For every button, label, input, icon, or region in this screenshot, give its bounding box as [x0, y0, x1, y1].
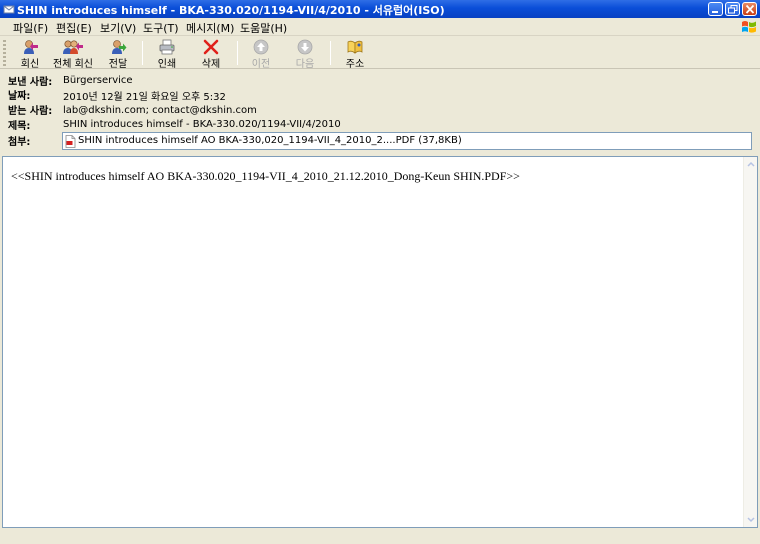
previous-label: 이전 [251, 59, 271, 70]
close-icon [745, 5, 755, 14]
close-button[interactable] [742, 2, 757, 16]
delete-label: 삭제 [201, 59, 221, 70]
attachment-filename[interactable]: SHIN introduces himself AO BKA-330,020_1… [78, 135, 462, 146]
toolbar-separator [330, 41, 331, 65]
status-bar [0, 529, 760, 544]
restore-button[interactable] [725, 2, 740, 16]
pdf-file-icon [65, 135, 76, 148]
message-window: SHIN introduces himself - BKA-330.020/11… [0, 0, 760, 544]
menu-help[interactable]: 도움말(H) [240, 20, 287, 36]
minimize-icon [712, 11, 718, 13]
window-title: SHIN introduces himself - BKA-330.020/11… [17, 4, 445, 17]
reply-all-icon [63, 40, 83, 54]
toolbar-grip[interactable] [3, 40, 6, 66]
restore-icon [728, 5, 738, 14]
menu-edit[interactable]: 편집(E) [56, 20, 92, 36]
to-value[interactable]: lab@dkshin.com; contact@dkshin.com [63, 105, 257, 116]
addresses-button[interactable]: 주소 [335, 38, 375, 70]
message-body-text: <<SHIN introduces himself AO BKA-330.020… [11, 169, 520, 183]
forward-button[interactable]: 전달 [98, 38, 138, 70]
reply-all-button[interactable]: 전체 회신 [53, 38, 93, 70]
windows-logo-icon [742, 21, 756, 33]
print-label: 인쇄 [157, 59, 177, 70]
scroll-down-icon[interactable] [745, 514, 757, 526]
arrow-down-icon [297, 39, 313, 55]
menu-view[interactable]: 보기(V) [100, 20, 136, 36]
title-bar[interactable]: SHIN introduces himself - BKA-330.020/11… [0, 0, 760, 18]
subject-value: SHIN introduces himself - BKA-330.020/11… [63, 119, 341, 130]
message-header: 보낸 사람: Bürgerservice 날짜: 2010년 12월 21일 화… [0, 70, 760, 154]
scroll-up-icon[interactable] [745, 158, 757, 170]
reply-icon [24, 40, 38, 54]
attachment-field[interactable]: SHIN introduces himself AO BKA-330,020_1… [62, 132, 752, 150]
menu-tools[interactable]: 도구(T) [143, 20, 179, 36]
attachment-label: 첨부: [8, 137, 31, 148]
menu-message[interactable]: 메시지(M) [186, 20, 234, 36]
date-label: 날짜: [8, 91, 31, 102]
delete-button[interactable]: 삭제 [191, 38, 231, 70]
toolbar-separator [142, 41, 143, 65]
subject-label: 제목: [8, 121, 31, 132]
arrow-up-icon [253, 39, 269, 55]
minimize-button[interactable] [708, 2, 723, 16]
next-button[interactable]: 다음 [285, 38, 325, 70]
reply-button[interactable]: 회신 [10, 38, 50, 70]
address-book-icon [347, 40, 363, 54]
previous-button[interactable]: 이전 [241, 38, 281, 70]
delete-icon [203, 39, 219, 55]
mail-icon [3, 5, 15, 14]
message-body[interactable]: <<SHIN introduces himself AO BKA-330.020… [2, 156, 758, 528]
printer-icon [159, 39, 175, 55]
date-value: 2010년 12월 21일 화요일 오후 5:32 [63, 92, 226, 103]
print-button[interactable]: 인쇄 [147, 38, 187, 70]
forward-label: 전달 [108, 59, 128, 70]
reply-label: 회신 [20, 59, 40, 70]
from-value[interactable]: Bürgerservice [63, 75, 133, 86]
from-label: 보낸 사람: [8, 77, 53, 88]
reply-all-label: 전체 회신 [53, 59, 93, 70]
addresses-label: 주소 [345, 59, 365, 70]
vertical-scrollbar[interactable] [743, 157, 757, 527]
menu-file[interactable]: 파일(F) [13, 20, 48, 36]
toolbar: 회신 전체 회신 전달 인쇄 삭제 이전 다음 주소 [0, 37, 760, 70]
forward-icon [112, 40, 127, 54]
menu-bar: 파일(F) 편집(E) 보기(V) 도구(T) 메시지(M) 도움말(H) [0, 18, 760, 36]
to-label: 받는 사람: [8, 106, 53, 117]
toolbar-separator [237, 41, 238, 65]
next-label: 다음 [295, 59, 315, 70]
